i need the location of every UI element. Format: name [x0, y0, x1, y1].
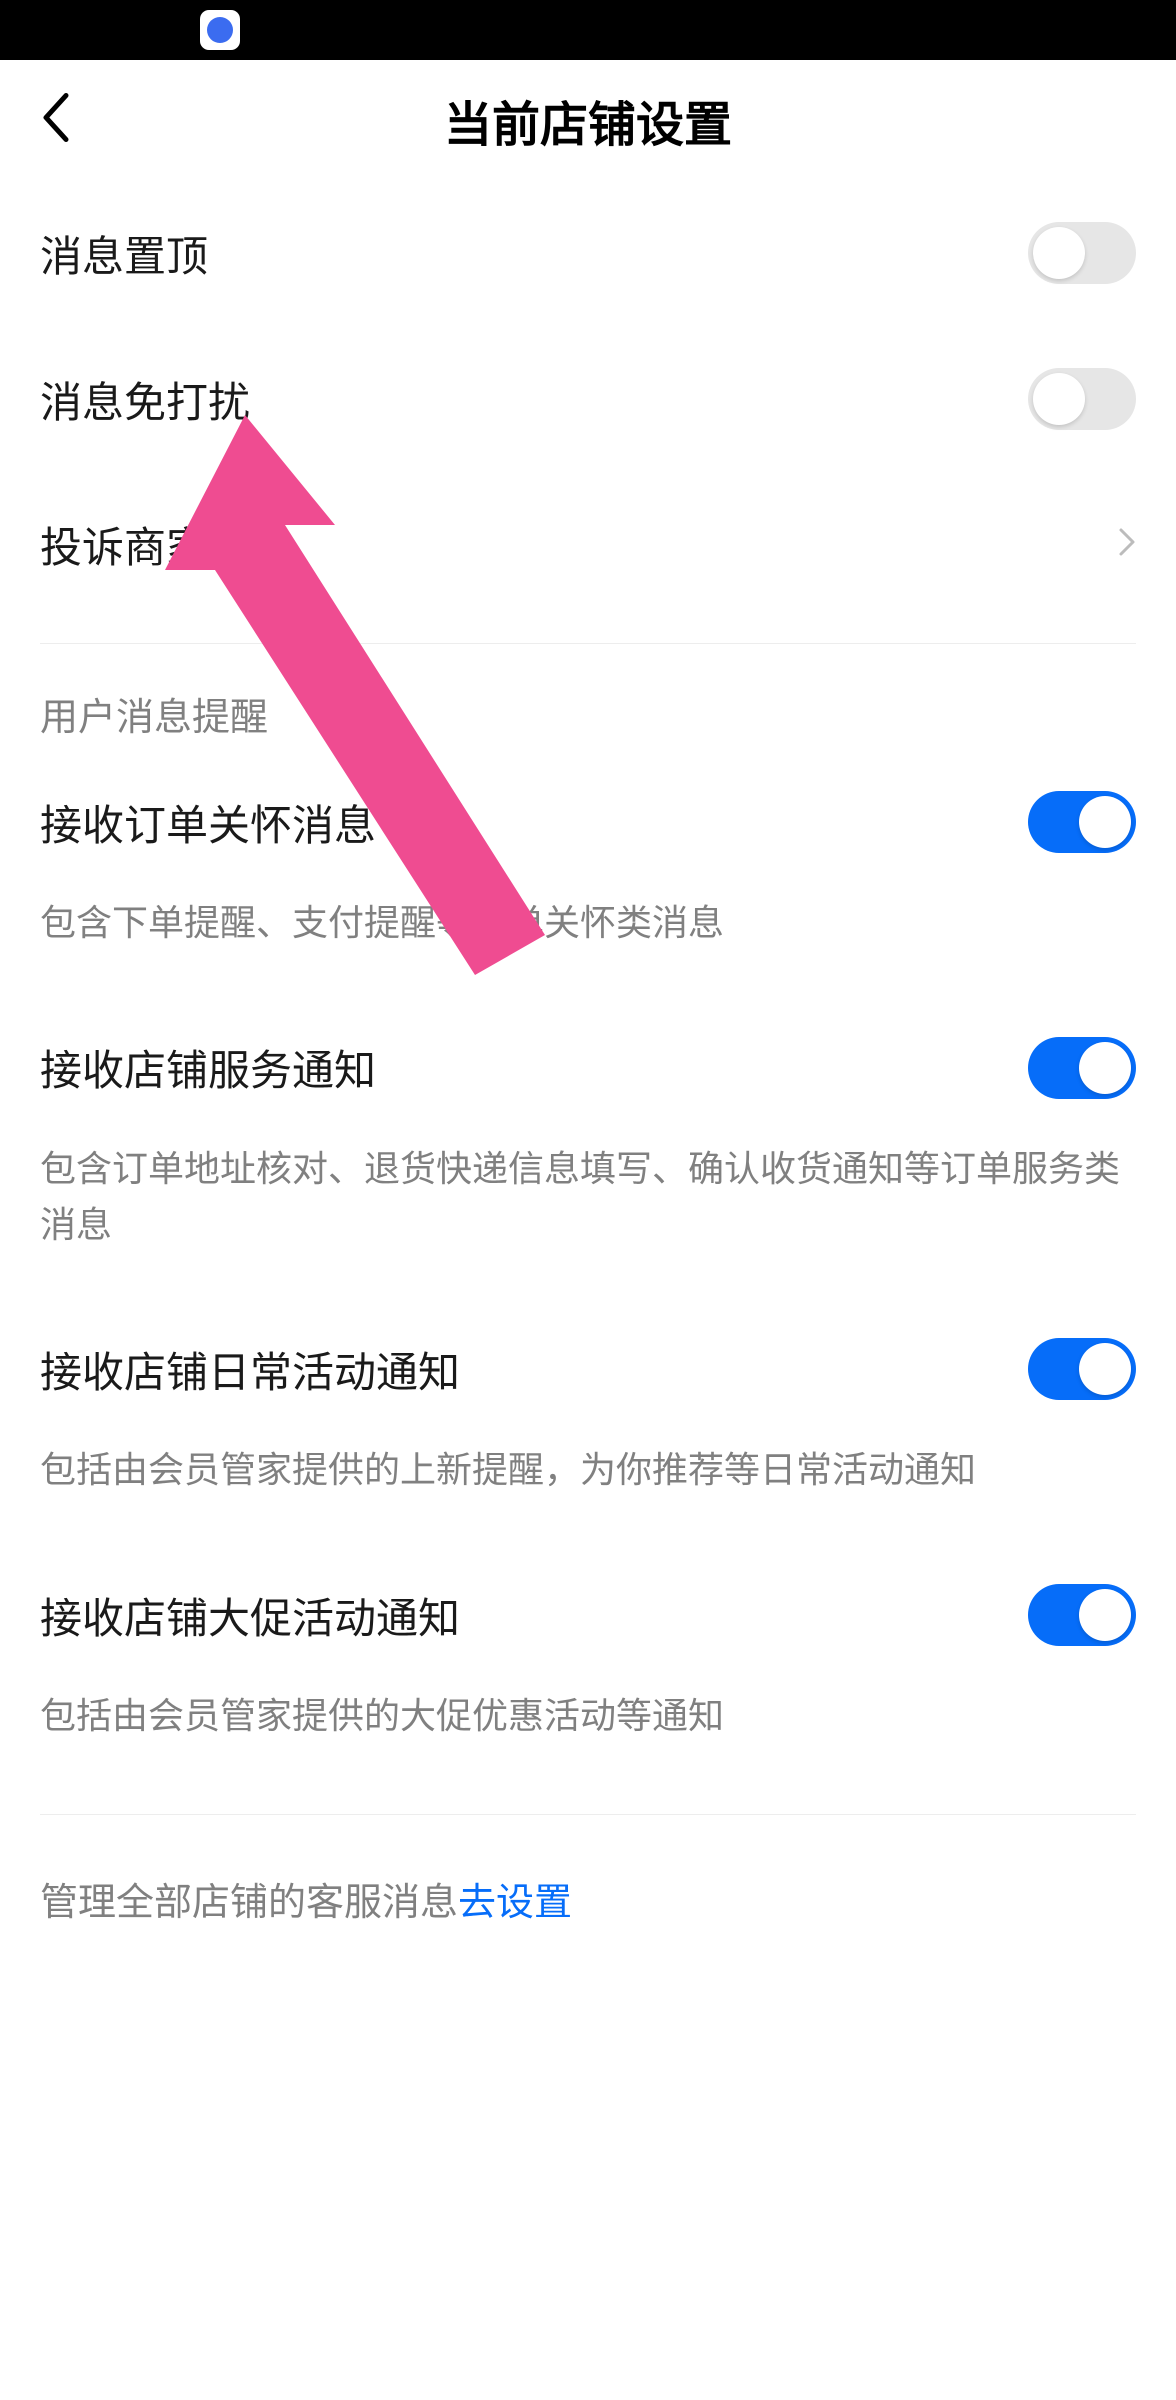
- label-shop-service: 接收店铺服务通知: [40, 1037, 376, 1098]
- chevron-left-icon: [40, 92, 70, 144]
- chevron-right-icon: [1118, 527, 1136, 562]
- toggle-shop-service[interactable]: [1028, 1037, 1136, 1099]
- label-pin-messages: 消息置顶: [40, 223, 208, 284]
- footer-text: 管理全部店铺的客服消息: [40, 1882, 458, 1924]
- toggle-knob: [1079, 796, 1131, 848]
- status-app-icon: [200, 10, 240, 50]
- row-order-care: 接收订单关怀消息: [40, 749, 1136, 895]
- toggle-daily-activity[interactable]: [1028, 1338, 1136, 1400]
- toggle-order-care[interactable]: [1028, 791, 1136, 853]
- content-area: 消息置顶 消息免打扰 投诉商家 用户消息提醒 接收订单关怀消息 包含下单提醒、支…: [0, 180, 1176, 1982]
- desc-daily-activity: 包括由会员管家提供的上新提醒，为你推荐等日常活动通知: [40, 1442, 1136, 1542]
- label-complain-seller: 投诉商家: [40, 514, 208, 575]
- toggle-knob: [1079, 1042, 1131, 1094]
- desc-order-care: 包含下单提醒、支付提醒等订单关怀类消息: [40, 895, 1136, 995]
- go-settings-link[interactable]: 去设置: [458, 1882, 572, 1924]
- row-shop-service: 接收店铺服务通知: [40, 995, 1136, 1141]
- back-button[interactable]: [40, 92, 70, 149]
- page-title: 当前店铺设置: [40, 85, 1136, 155]
- row-do-not-disturb: 消息免打扰: [40, 326, 1136, 472]
- desc-promo-activity: 包括由会员管家提供的大促优惠活动等通知: [40, 1688, 1136, 1788]
- row-daily-activity: 接收店铺日常活动通知: [40, 1296, 1136, 1442]
- toggle-knob: [1079, 1343, 1131, 1395]
- toggle-pin-messages[interactable]: [1028, 222, 1136, 284]
- toggle-promo-activity[interactable]: [1028, 1584, 1136, 1646]
- label-promo-activity: 接收店铺大促活动通知: [40, 1585, 460, 1646]
- label-daily-activity: 接收店铺日常活动通知: [40, 1339, 460, 1400]
- toggle-knob: [1033, 227, 1085, 279]
- toggle-knob: [1033, 373, 1085, 425]
- toggle-do-not-disturb[interactable]: [1028, 368, 1136, 430]
- row-promo-activity: 接收店铺大促活动通知: [40, 1542, 1136, 1688]
- header: 当前店铺设置: [0, 60, 1176, 180]
- section-user-message-reminder: 用户消息提醒: [40, 644, 1136, 749]
- status-bar: [0, 0, 1176, 60]
- footer-manage-all-shops: 管理全部店铺的客服消息去设置: [40, 1815, 1136, 1982]
- label-do-not-disturb: 消息免打扰: [40, 369, 250, 430]
- label-order-care: 接收订单关怀消息: [40, 792, 376, 853]
- row-pin-messages: 消息置顶: [40, 180, 1136, 326]
- row-complain-seller[interactable]: 投诉商家: [40, 472, 1136, 617]
- toggle-knob: [1079, 1589, 1131, 1641]
- desc-shop-service: 包含订单地址核对、退货快递信息填写、确认收货通知等订单服务类消息: [40, 1141, 1136, 1297]
